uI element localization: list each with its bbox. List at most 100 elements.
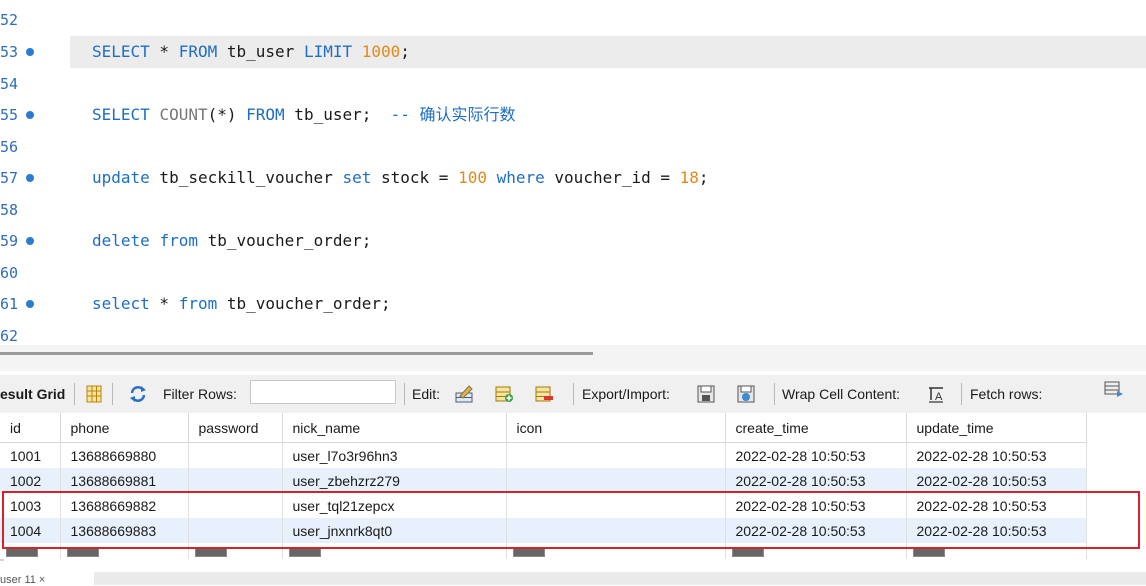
cell-update-time[interactable]: 2022-02-28 10:50:53 bbox=[906, 468, 1087, 493]
null-badge[interactable] bbox=[506, 543, 726, 559]
import-icon[interactable] bbox=[736, 384, 756, 404]
line-number: 52 bbox=[0, 11, 19, 29]
sql-statement[interactable]: update tb_seckill_voucher set stock = 10… bbox=[92, 162, 709, 194]
cell-create-time[interactable]: 2022-02-28 10:50:53 bbox=[725, 468, 907, 493]
cell-nick-name[interactable]: user_l7o3r96hn3 bbox=[282, 442, 507, 468]
null-badge[interactable] bbox=[188, 543, 283, 559]
editor-line[interactable]: 57 update tb_seckill_voucher set stock =… bbox=[0, 162, 1146, 194]
null-marker-icon bbox=[288, 547, 321, 558]
null-badge[interactable] bbox=[0, 543, 61, 559]
delete-row-icon[interactable] bbox=[534, 384, 554, 404]
cell-create-time[interactable]: 2022-02-28 10:50:53 bbox=[725, 518, 907, 543]
cell-phone[interactable]: 13688669880 bbox=[60, 442, 189, 468]
cell-id[interactable]: 1003 bbox=[0, 493, 61, 518]
sql-statement[interactable]: SELECT COUNT(*) FROM tb_user; -- 确认实际行数 bbox=[92, 99, 516, 131]
cell-password[interactable] bbox=[188, 493, 283, 518]
cell-phone[interactable]: 13688669882 bbox=[60, 493, 189, 518]
cell-phone[interactable]: 13688669883 bbox=[60, 518, 189, 543]
table-row[interactable]: 1002 13688669881 user_zbehzrz279 2022-02… bbox=[0, 468, 1087, 493]
toolbar-separator bbox=[573, 383, 574, 405]
cell-id[interactable]: 1001 bbox=[0, 442, 61, 468]
column-header-nick-name[interactable]: nick_name bbox=[282, 413, 507, 443]
cell-icon[interactable] bbox=[506, 518, 726, 543]
editor-line[interactable]: 61 select * from tb_voucher_order; bbox=[0, 288, 1146, 320]
cell-password[interactable] bbox=[188, 468, 283, 493]
result-table: id phone password nick_name icon create_… bbox=[0, 413, 1087, 559]
column-header-id[interactable]: id bbox=[0, 413, 61, 443]
refresh-icon[interactable] bbox=[128, 384, 148, 404]
tab-strip-background bbox=[94, 572, 1146, 585]
cell-create-time[interactable]: 2022-02-28 10:50:53 bbox=[725, 442, 907, 468]
null-marker-icon bbox=[194, 547, 227, 558]
editor-result-splitter[interactable] bbox=[0, 345, 1146, 371]
null-badge[interactable] bbox=[282, 543, 507, 559]
cell-nick-name[interactable]: user_jnxnrk8qt0 bbox=[282, 518, 507, 543]
add-row-icon[interactable] bbox=[494, 384, 514, 404]
editor-line: 54 bbox=[0, 68, 1146, 100]
edit-label: Edit: bbox=[412, 386, 441, 402]
column-header-create-time[interactable]: create_time bbox=[725, 413, 907, 443]
cell-nick-name[interactable]: user_zbehzrz279 bbox=[282, 468, 507, 493]
cell-create-time[interactable]: 2022-02-28 10:50:53 bbox=[725, 493, 907, 518]
cell-update-time[interactable]: 2022-02-28 10:50:53 bbox=[906, 518, 1087, 543]
line-number: 55 bbox=[0, 106, 19, 124]
header-row: id phone password nick_name icon create_… bbox=[0, 413, 1087, 443]
cell-icon[interactable] bbox=[506, 468, 726, 493]
export-icon[interactable] bbox=[696, 384, 716, 404]
toolbar-separator bbox=[774, 383, 775, 405]
wrap-text-icon[interactable]: A bbox=[926, 384, 946, 404]
sql-statement[interactable]: select * from tb_voucher_order; bbox=[92, 288, 391, 320]
cell-id[interactable]: 1004 bbox=[0, 518, 61, 543]
cell-password[interactable] bbox=[188, 518, 283, 543]
editor-line[interactable]: 53 SELECT * FROM tb_user LIMIT 1000; bbox=[0, 36, 1146, 68]
wrap-cell-content-label: Wrap Cell Content: bbox=[782, 386, 901, 402]
sql-statement[interactable]: SELECT * FROM tb_user LIMIT 1000; bbox=[92, 36, 410, 68]
cell-update-time[interactable]: 2022-02-28 10:50:53 bbox=[906, 442, 1087, 468]
statement-marker-icon bbox=[26, 300, 34, 308]
editor-horizontal-scrollbar[interactable] bbox=[0, 352, 593, 355]
cell-id[interactable]: 1002 bbox=[0, 468, 61, 493]
line-number: 54 bbox=[0, 75, 19, 93]
sql-editor[interactable]: 52 53 SELECT * FROM tb_user LIMIT 1000; … bbox=[0, 0, 1146, 345]
result-grid-icon[interactable] bbox=[84, 384, 104, 404]
table-row[interactable]: 1003 13688669882 user_tql21zepcx 2022-02… bbox=[0, 493, 1087, 518]
editor-line: 60 bbox=[0, 257, 1146, 289]
line-number: 58 bbox=[0, 201, 19, 219]
result-grid-tab[interactable]: esult Grid bbox=[0, 375, 65, 413]
export-import-label: Export/Import: bbox=[582, 386, 670, 402]
column-header-icon[interactable]: icon bbox=[506, 413, 726, 443]
editor-line[interactable]: 59 delete from tb_voucher_order; bbox=[0, 225, 1146, 257]
toolbar-separator bbox=[404, 383, 405, 405]
column-header-password[interactable]: password bbox=[188, 413, 283, 443]
table-row[interactable]: 1004 13688669883 user_jnxnrk8qt0 2022-02… bbox=[0, 518, 1087, 543]
result-toolbar: esult Grid Filter Rows: Edit: Export/Imp… bbox=[0, 375, 1146, 413]
sql-statement[interactable]: delete from tb_voucher_order; bbox=[92, 225, 371, 257]
editor-line[interactable]: 55 SELECT COUNT(*) FROM tb_user; -- 确认实际… bbox=[0, 99, 1146, 131]
null-badge[interactable] bbox=[60, 543, 189, 559]
toolbar-separator bbox=[112, 383, 113, 405]
svg-text:A: A bbox=[935, 391, 943, 403]
cell-phone[interactable]: 13688669881 bbox=[60, 468, 189, 493]
edit-row-icon[interactable] bbox=[454, 384, 474, 404]
null-marker-icon bbox=[66, 547, 99, 558]
column-header-phone[interactable]: phone bbox=[60, 413, 189, 443]
statement-marker-icon bbox=[26, 48, 34, 56]
null-badge[interactable] bbox=[906, 543, 1087, 559]
new-row-placeholder[interactable] bbox=[0, 543, 1087, 559]
result-tab[interactable]: user 11 × bbox=[0, 574, 45, 586]
line-number: 60 bbox=[0, 264, 19, 282]
cell-icon[interactable] bbox=[506, 493, 726, 518]
table-row[interactable]: 1001 13688669880 user_l7o3r96hn3 2022-02… bbox=[0, 442, 1087, 468]
result-grid[interactable]: id phone password nick_name icon create_… bbox=[0, 413, 1146, 585]
filter-rows-input[interactable] bbox=[250, 380, 396, 404]
editor-line: 52 bbox=[0, 4, 1146, 36]
cell-password[interactable] bbox=[188, 442, 283, 468]
statement-marker-icon bbox=[26, 111, 34, 119]
fetch-rows-icon[interactable] bbox=[1104, 379, 1124, 399]
column-header-update-time[interactable]: update_time bbox=[906, 413, 1087, 443]
cell-update-time[interactable]: 2022-02-28 10:50:53 bbox=[906, 493, 1087, 518]
statement-marker-icon bbox=[26, 237, 34, 245]
null-badge[interactable] bbox=[725, 543, 907, 559]
cell-icon[interactable] bbox=[506, 442, 726, 468]
cell-nick-name[interactable]: user_tql21zepcx bbox=[282, 493, 507, 518]
